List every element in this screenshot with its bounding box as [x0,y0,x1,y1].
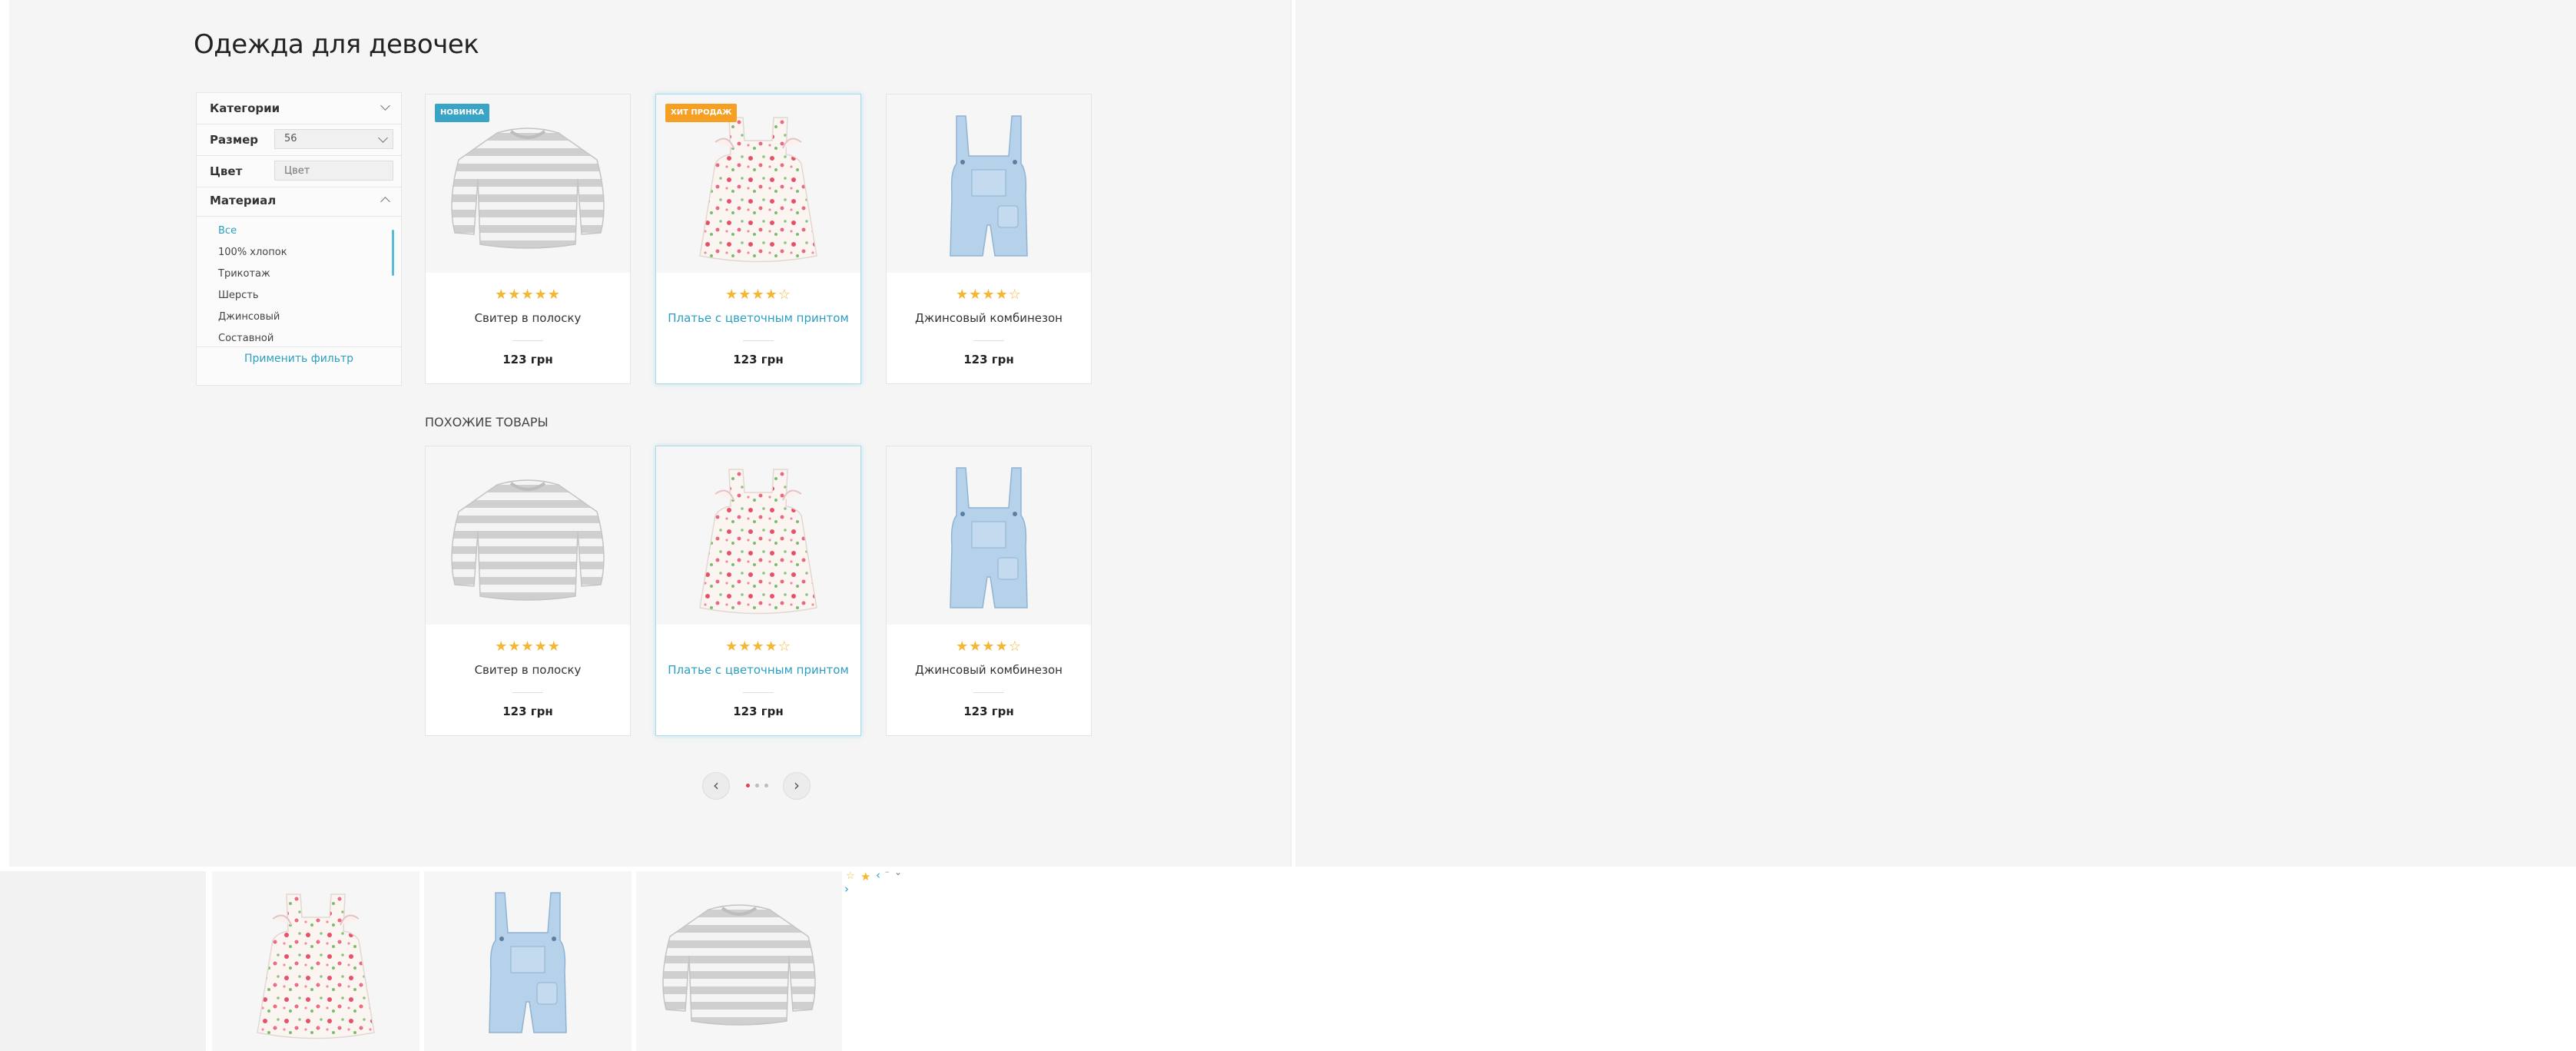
carousel-dot[interactable] [755,784,759,787]
material-option[interactable]: Все [218,225,237,237]
material-option[interactable]: Джинсовый [218,311,280,323]
carousel-next-button[interactable]: › [783,772,811,800]
product-image[interactable] [656,446,860,625]
product-image[interactable] [887,446,1091,625]
product-card[interactable]: НОВИНКА ★★★★★ Свитер в полоску 123 грн [425,94,631,384]
product-name[interactable]: Свитер в полоску [426,311,630,325]
rating-stars: ★★★★☆ [956,287,1022,303]
product-price: 123 грн [733,705,784,718]
star-empty-icon: ☆ [846,870,855,882]
page-title: Одежда для девочек [194,29,479,60]
color-label: Цвет [210,164,243,178]
product-name[interactable]: Джинсовый комбинезон [887,663,1091,677]
rating-stars: ★★★★★ [495,287,561,303]
product-name[interactable]: Свитер в полоску [426,663,630,677]
carousel-dot-active[interactable] [746,784,750,787]
product-image[interactable] [887,94,1091,273]
chevron-down-icon [380,101,390,111]
product-card[interactable]: ★★★★☆ Джинсовый комбинезон 123 грн [886,94,1092,384]
similar-product-card[interactable]: ★★★★★ Свитер в полоску 123 грн [425,446,631,736]
product-image[interactable] [426,446,630,625]
rating-stars: ★★★★☆ [956,638,1022,655]
product-price: 123 грн [963,353,1014,366]
carousel-prev-button[interactable]: ‹ [702,772,730,800]
product-name[interactable]: Джинсовый комбинезон [887,311,1091,325]
arrow-right-icon: › [844,882,849,896]
rating-stars: ★★★★☆ [725,638,791,655]
chevron-down-icon: ⌄ [894,867,903,877]
apply-filter-link[interactable]: Применить фильтр [197,353,401,365]
arrow-left-icon: ‹ [876,868,880,882]
rating-stars: ★★★★☆ [725,287,791,303]
product-price: 123 грн [502,353,553,366]
size-value: 56 [284,133,297,144]
chevron-down-icon [378,133,388,143]
carousel-dot[interactable] [764,784,768,787]
filter-panel: Категории Размер 56 Цвет Материал Все 10… [196,92,402,386]
material-label: Материал [210,194,277,207]
similar-product-card[interactable]: ★★★★☆ Платье с цветочным принтом 123 грн [655,446,861,736]
material-option[interactable]: Шерсть [218,290,259,301]
color-input[interactable] [274,161,393,181]
chevron-up-icon [380,197,390,207]
size-select[interactable]: 56 [274,129,393,149]
product-name[interactable]: Платье с цветочным принтом [656,663,860,677]
product-card[interactable]: ХИТ ПРОДАЖ ★★★★☆ Платье с цветочным прин… [655,94,861,384]
product-price: 123 грн [733,353,784,366]
badge-bestseller: ХИТ ПРОДАЖ [665,104,738,122]
categories-label: Категории [210,101,280,115]
rating-stars: ★★★★★ [495,638,561,655]
material-option[interactable]: Составной [218,333,274,344]
sprite-cell-blank [0,871,206,1051]
material-scrollbar[interactable] [392,230,394,276]
material-option[interactable]: 100% хлопок [218,247,287,258]
sprite-image-sweater [636,871,842,1051]
product-price: 123 грн [963,705,1014,718]
material-list: Все 100% хлопок Трикотаж Шерсть Джинсовы… [197,216,401,348]
filter-size: Размер 56 [197,124,401,156]
product-name[interactable]: Платье с цветочным принтом [656,311,860,325]
filter-color: Цвет [197,156,401,187]
size-label: Размер [210,133,259,147]
similar-product-card[interactable]: ★★★★☆ Джинсовый комбинезон 123 грн [886,446,1092,736]
right-panel [1295,0,2576,867]
filter-categories[interactable]: Категории [197,93,401,124]
badge-new: НОВИНКА [435,104,490,122]
dash-icon: – [885,867,890,877]
sprite-image-overalls [424,871,632,1051]
material-option[interactable]: Трикотаж [218,268,270,280]
product-price: 123 грн [502,705,553,718]
filter-material[interactable]: Материал [197,185,401,217]
star-full-icon: ★ [860,870,871,884]
sprite-image-dress [212,871,419,1051]
similar-products-title: ПОХОЖИЕ ТОВАРЫ [425,415,549,429]
